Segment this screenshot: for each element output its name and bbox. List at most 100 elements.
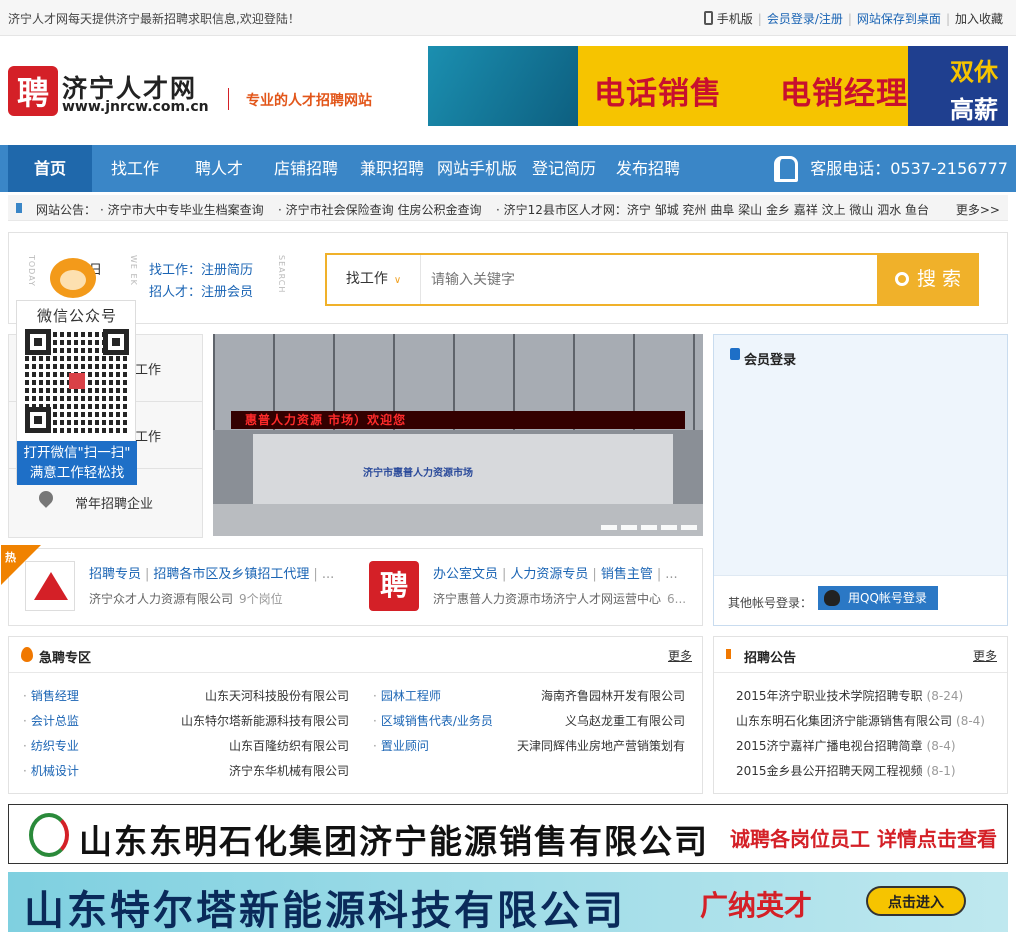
job-count: 6...: [667, 592, 687, 606]
company-link[interactable]: 天津同辉伟业房地产营销策划有: [517, 737, 685, 754]
phone-icon: [774, 156, 798, 182]
member-login-panel: 会员登录 其他帐号登录： 用QQ帐号登录: [713, 334, 1008, 626]
slide-led-text: 惠普人力资源 市场）欢迎您: [231, 411, 685, 429]
announcement-date: (8-1): [926, 764, 956, 778]
job-link[interactable]: 置业顾问: [381, 739, 429, 753]
job-row: · 销售经理 山东天河科技股份有限公司: [23, 687, 349, 704]
company-link[interactable]: 济宁东华机械有限公司: [229, 762, 349, 779]
enter-button[interactable]: 点击进入: [866, 886, 966, 916]
slide-dot[interactable]: [621, 525, 637, 530]
job-row: · 置业顾问 天津同辉伟业房地产营销策划有: [373, 737, 685, 754]
job-count: 9个岗位: [239, 592, 283, 606]
announcement-item[interactable]: 2015年济宁职业技术学院招聘专职 (8-24): [736, 687, 963, 704]
wechat-qr-panel[interactable]: 微信公众号 打开微信"扫一扫" 满意工作轻松找: [16, 300, 137, 485]
nav-item-resume[interactable]: 登记简历: [524, 145, 604, 192]
company-link[interactable]: 义乌赵龙重工有限公司: [565, 712, 685, 729]
job-link[interactable]: 园林工程师: [381, 689, 441, 703]
announcement-date: (8-4): [956, 714, 985, 728]
top-ad-banner[interactable]: 电话销售 电销经理 双休 高薪: [428, 46, 1008, 126]
panel-header: 招聘公告 更多: [714, 637, 1007, 673]
login-register-link[interactable]: 会员登录/注册: [762, 10, 848, 27]
speaker-icon: [16, 203, 26, 213]
hotline: 客服电话：0537-2156777: [810, 159, 1008, 178]
job-row: · 园林工程师 海南齐鲁园林开发有限公司: [373, 687, 685, 704]
logo-icon: 聘: [8, 66, 58, 116]
nav-item-find-job[interactable]: 找工作: [100, 145, 170, 192]
job-link[interactable]: 区域销售代表/业务员: [381, 714, 493, 728]
slide-dot[interactable]: [681, 525, 697, 530]
slide-dot[interactable]: [601, 525, 617, 530]
register-resume-link[interactable]: 找工作：注册简历: [149, 259, 253, 278]
register-member-link[interactable]: 招人才：注册会员: [149, 281, 253, 300]
company-logo[interactable]: 聘: [369, 561, 419, 611]
location-pin-icon: [36, 488, 56, 508]
nav-item-hire[interactable]: 聘人才: [184, 145, 254, 192]
job-link[interactable]: 纺织专业: [31, 739, 79, 753]
job-link[interactable]: 会计总监: [31, 714, 79, 728]
notice-item[interactable]: · 济宁12县市区人才网：济宁 邹城 兖州 曲阜 梁山 金乡 嘉祥 汶上 微山 …: [496, 201, 929, 218]
top-bar: 济宁人才网每天提供济宁最新招聘求职信息,欢迎登陆！ 手机版 | 会员登录/注册 …: [0, 0, 1016, 36]
job-link[interactable]: 招聘专员: [89, 567, 141, 582]
panel-header: 急聘专区 更多: [9, 637, 702, 673]
job-link[interactable]: 招聘各市区及乡镇招工代理: [153, 567, 309, 582]
more-link[interactable]: 更多: [668, 647, 692, 664]
nav-item-home[interactable]: 首页: [8, 145, 92, 192]
main-nav: 首页 找工作 聘人才 店铺招聘 兼职招聘 网站手机版 登记简历 发布招聘 客服电…: [0, 145, 1016, 192]
company-name[interactable]: 济宁众才人力资源有限公司 9个岗位: [89, 590, 283, 607]
job-link[interactable]: 人力资源专员: [510, 567, 588, 582]
job-link[interactable]: 机械设计: [31, 764, 79, 778]
ad-banner-dongming[interactable]: 山东东明石化集团济宁能源销售有限公司 诚聘各岗位员工 详情点击查看: [8, 804, 1008, 864]
qr-code-icon: [25, 329, 129, 433]
announcement-item[interactable]: 山东东明石化集团济宁能源销售有限公司 (8-4): [736, 712, 985, 729]
job-row: · 机械设计 济宁东华机械有限公司: [23, 762, 349, 779]
banner-text: 电话销售: [594, 76, 722, 112]
announcement-item[interactable]: 2015济宁嘉祥广播电视台招聘简章 (8-4): [736, 737, 956, 754]
lock-icon: [730, 348, 740, 360]
mobile-link[interactable]: 手机版: [699, 10, 758, 27]
slide-sign-text: 济宁市惠普人力资源市场: [363, 468, 473, 479]
nav-item-shop-jobs[interactable]: 店铺招聘: [266, 145, 346, 192]
notice-item[interactable]: · 济宁市社会保险查询 住房公积金查询: [278, 201, 481, 218]
save-desktop-link[interactable]: 网站保存到桌面: [852, 10, 946, 27]
login-form-area: [714, 375, 1007, 575]
notice-label: 网站公告：: [36, 203, 97, 217]
more-link[interactable]: 更多: [973, 647, 997, 664]
decorative-vertical-text: TODAY: [27, 255, 36, 287]
logo-divider: [228, 88, 229, 110]
search-category-select[interactable]: 找工作 ∨: [327, 255, 421, 304]
hero-slideshow[interactable]: 惠普人力资源 市场）欢迎您 济宁市惠普人力资源市场: [213, 334, 703, 536]
company-link[interactable]: 山东特尔塔新能源科技有限公司: [181, 712, 349, 729]
qq-login-button[interactable]: 用QQ帐号登录: [818, 586, 938, 610]
nav-item-post-job[interactable]: 发布招聘: [608, 145, 688, 192]
nav-item-mobile[interactable]: 网站手机版: [432, 145, 522, 192]
notice-item[interactable]: · 济宁市大中专毕业生档案查询: [100, 201, 264, 218]
job-link[interactable]: 销售主管: [601, 567, 653, 582]
ad-cta-text: 诚聘各岗位员工 详情点击查看: [730, 827, 997, 851]
ad-banner-teerta[interactable]: 山东特尔塔新能源科技有限公司 广纳英才 点击进入: [8, 872, 1008, 932]
job-link[interactable]: 销售经理: [31, 689, 79, 703]
nav-item-part-time[interactable]: 兼职招聘: [352, 145, 432, 192]
slide-dot[interactable]: [641, 525, 657, 530]
company-link[interactable]: 山东天河科技股份有限公司: [205, 687, 349, 704]
search-input[interactable]: [431, 267, 861, 293]
top-links: 手机版 | 会员登录/注册 | 网站保存到桌面 | 加入收藏: [699, 10, 1008, 27]
company-link[interactable]: 山东百隆纺织有限公司: [229, 737, 349, 754]
other-login-label: 其他帐号登录：: [728, 596, 813, 610]
urgent-jobs-panel: 急聘专区 更多 · 销售经理 山东天河科技股份有限公司 · 会计总监 山东特尔塔新能源科…: [8, 636, 703, 794]
announcement-item[interactable]: 2015金乡县公开招聘天网工程视频 (8-1): [736, 762, 956, 779]
company-logo-icon: [29, 813, 69, 857]
login-footer: 其他帐号登录： 用QQ帐号登录: [714, 575, 1007, 625]
slide-dot[interactable]: [661, 525, 677, 530]
company-name[interactable]: 济宁惠普人力资源市场济宁人才网运营中心 6...: [433, 590, 686, 607]
search-box: 找工作 ∨: [325, 253, 879, 306]
company-logo[interactable]: [25, 561, 75, 611]
site-url: www.jnrcw.com.cn: [62, 99, 209, 115]
search-button[interactable]: 搜 索: [877, 253, 979, 306]
company-link[interactable]: 海南齐鲁园林开发有限公司: [541, 687, 685, 704]
notice-more-link[interactable]: 更多>>: [956, 201, 1000, 218]
job-link[interactable]: 办公室文员: [433, 567, 498, 582]
wechat-title: 微信公众号: [36, 307, 117, 325]
site-slogan: 专业的人才招聘网站: [246, 93, 372, 109]
flame-icon: [21, 647, 33, 662]
add-favorite-link[interactable]: 加入收藏: [950, 10, 1008, 27]
